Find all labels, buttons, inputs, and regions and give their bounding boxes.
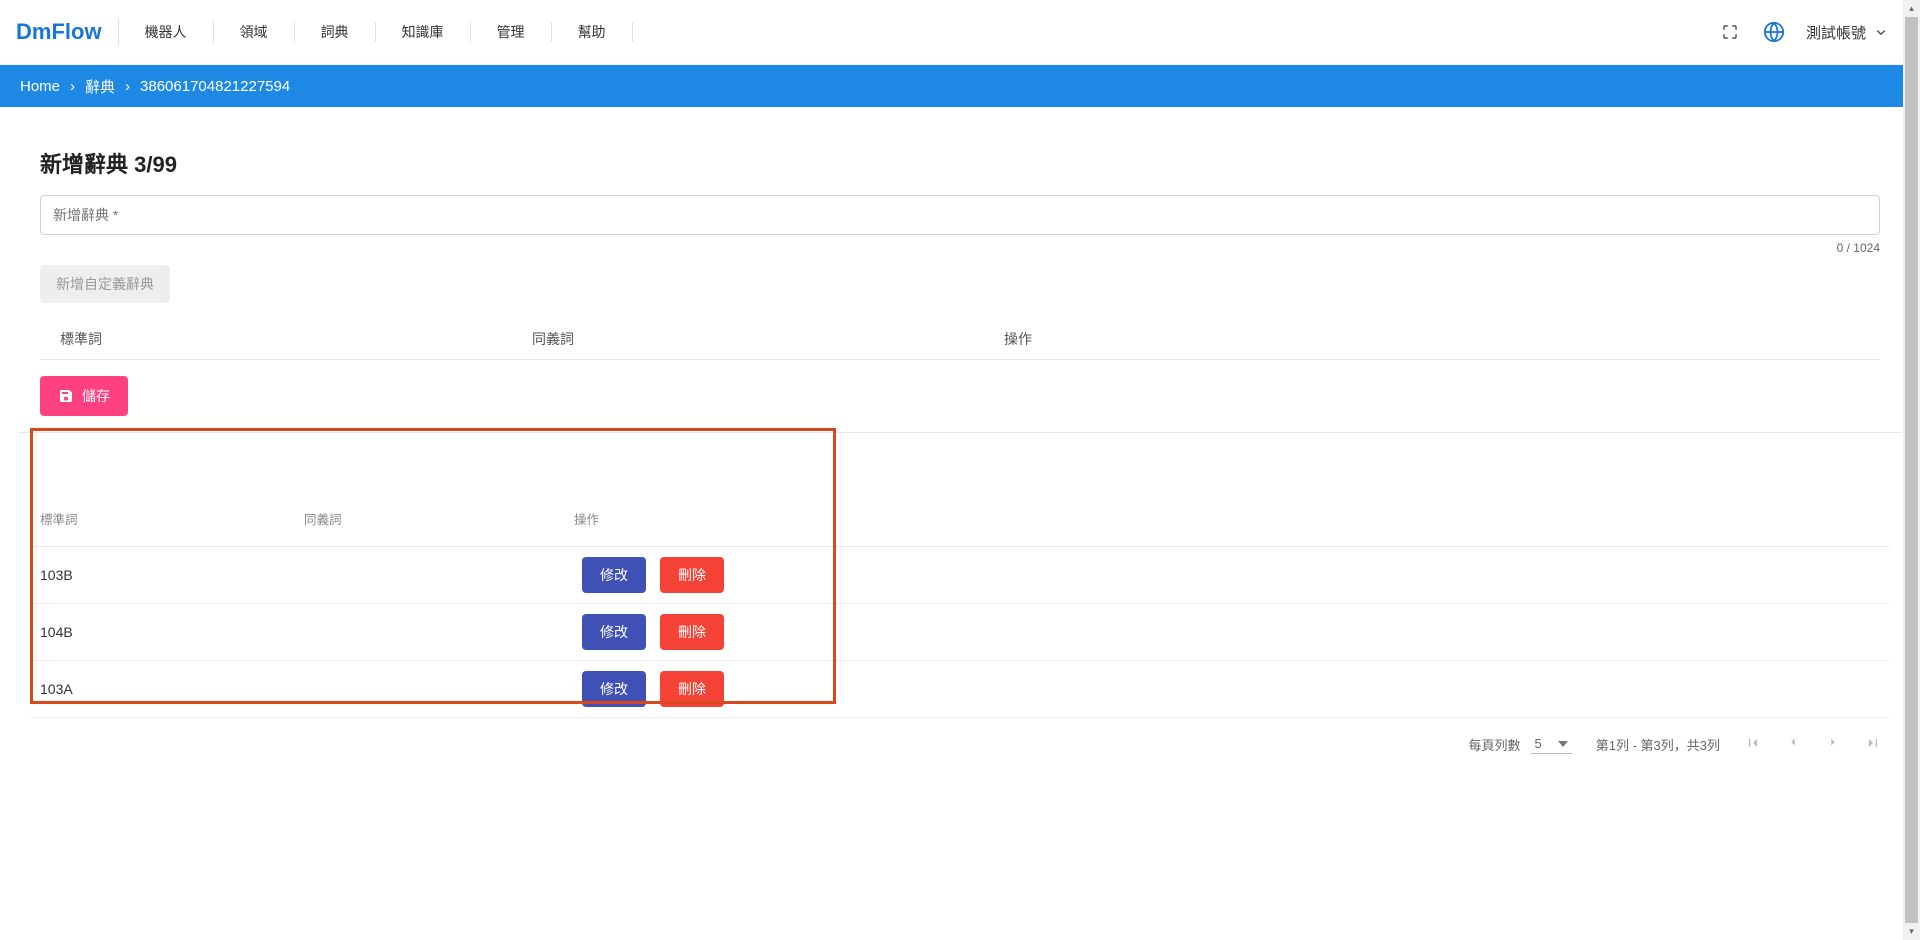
page-size-label: 每頁列數: [1469, 735, 1521, 754]
edit-button[interactable]: 修改: [582, 671, 646, 707]
topbar: DmFlow 機器人 領域 詞典 知識庫 管理 幫助 測試帳號: [0, 0, 1920, 65]
dropdown-icon: [1558, 741, 1568, 747]
add-dictionary-card: 新增辭典 3/99 0 / 1024 新增自定義辭典 標準詞 同義詞 操作 儲存: [18, 131, 1902, 451]
fullscreen-icon[interactable]: [1718, 20, 1742, 44]
table-row: 103A 修改 刪除: [30, 661, 1890, 718]
nav-dictionaries[interactable]: 詞典: [295, 22, 376, 42]
account-label: 測試帳號: [1806, 22, 1866, 43]
row-standard: 103A: [40, 681, 304, 697]
scroll-track[interactable]: [1903, 17, 1920, 923]
account-menu[interactable]: 測試帳號: [1806, 22, 1890, 43]
breadcrumb-home[interactable]: Home: [20, 78, 60, 95]
row-standard: 104B: [40, 624, 304, 640]
nav-robots[interactable]: 機器人: [119, 22, 214, 42]
breadcrumb-sep: ›: [125, 78, 130, 95]
edit-button[interactable]: 修改: [582, 614, 646, 650]
table-row: 103B 修改 刪除: [30, 547, 1890, 604]
scroll-thumb[interactable]: [1905, 17, 1918, 923]
save-icon: [58, 388, 74, 404]
add-custom-dict-button[interactable]: 新增自定義辭典: [40, 265, 170, 303]
page-size-value: 5: [1535, 736, 1542, 751]
pager-arrows: [1744, 735, 1882, 754]
page-range-text: 第1列 - 第3列，共3列: [1596, 735, 1720, 754]
page-size-select[interactable]: 5: [1531, 734, 1572, 754]
scroll-up-icon[interactable]: ▴: [1903, 0, 1920, 17]
col-ops-header: 操作: [1004, 329, 1880, 349]
list-col-ops: 操作: [574, 509, 1890, 528]
nav-help[interactable]: 幫助: [552, 22, 633, 42]
first-page-icon[interactable]: [1744, 735, 1762, 754]
divider: [18, 432, 1902, 433]
input-counter: 0 / 1024: [40, 241, 1880, 255]
breadcrumb-sep: ›: [70, 78, 75, 95]
nav-items: 機器人 領域 詞典 知識庫 管理 幫助: [119, 22, 633, 42]
col-standard-header: 標準詞: [60, 329, 532, 349]
topbar-left: DmFlow 機器人 領域 詞典 知識庫 管理 幫助: [14, 19, 633, 45]
save-button[interactable]: 儲存: [40, 376, 128, 416]
list-col-standard: 標準詞: [40, 509, 304, 528]
list-col-synonym: 同義詞: [304, 509, 574, 528]
nav-knowledge[interactable]: 知識庫: [376, 22, 471, 42]
paginator: 每頁列數 5 第1列 - 第3列，共3列: [30, 718, 1890, 754]
breadcrumb-dictionary[interactable]: 辭典: [85, 76, 115, 97]
page-size: 每頁列數 5: [1469, 734, 1572, 754]
nav-domains[interactable]: 領域: [214, 22, 295, 42]
delete-button[interactable]: 刪除: [660, 671, 724, 707]
save-label: 儲存: [82, 386, 110, 406]
list-table-head: 標準詞 同義詞 操作: [30, 479, 1890, 547]
topbar-right: 測試帳號: [1718, 20, 1910, 44]
last-page-icon[interactable]: [1864, 735, 1882, 754]
row-standard: 103B: [40, 567, 304, 583]
row-actions: 修改 刪除: [574, 614, 724, 650]
next-page-icon[interactable]: [1824, 735, 1842, 754]
table-row: 104B 修改 刪除: [30, 604, 1890, 661]
delete-button[interactable]: 刪除: [660, 557, 724, 593]
logo[interactable]: DmFlow: [14, 19, 119, 45]
page-title: 新增辭典 3/99: [40, 147, 1880, 179]
nav-admin[interactable]: 管理: [471, 22, 552, 42]
delete-button[interactable]: 刪除: [660, 614, 724, 650]
row-actions: 修改 刪除: [574, 557, 724, 593]
chevron-down-icon: [1872, 23, 1890, 41]
breadcrumb-id[interactable]: 386061704821227594: [140, 78, 290, 95]
col-synonym-header: 同義詞: [532, 329, 1004, 349]
main: 新增辭典 3/99 0 / 1024 新增自定義辭典 標準詞 同義詞 操作 儲存…: [0, 107, 1920, 768]
prev-page-icon[interactable]: [1784, 735, 1802, 754]
row-actions: 修改 刪除: [574, 671, 724, 707]
dictionary-input-wrap[interactable]: [40, 195, 1880, 235]
scroll-down-icon[interactable]: ▾: [1903, 923, 1920, 940]
dictionary-list-card: 標準詞 同義詞 操作 103B 修改 刪除 104B 修改 刪除 103A 修改: [18, 473, 1902, 768]
vertical-scrollbar[interactable]: ▴ ▾: [1903, 0, 1920, 940]
dictionary-input[interactable]: [53, 207, 1867, 223]
breadcrumb: Home › 辭典 › 386061704821227594: [0, 65, 1920, 107]
inner-table-head: 標準詞 同義詞 操作: [40, 321, 1880, 360]
globe-icon[interactable]: [1762, 20, 1786, 44]
edit-button[interactable]: 修改: [582, 557, 646, 593]
